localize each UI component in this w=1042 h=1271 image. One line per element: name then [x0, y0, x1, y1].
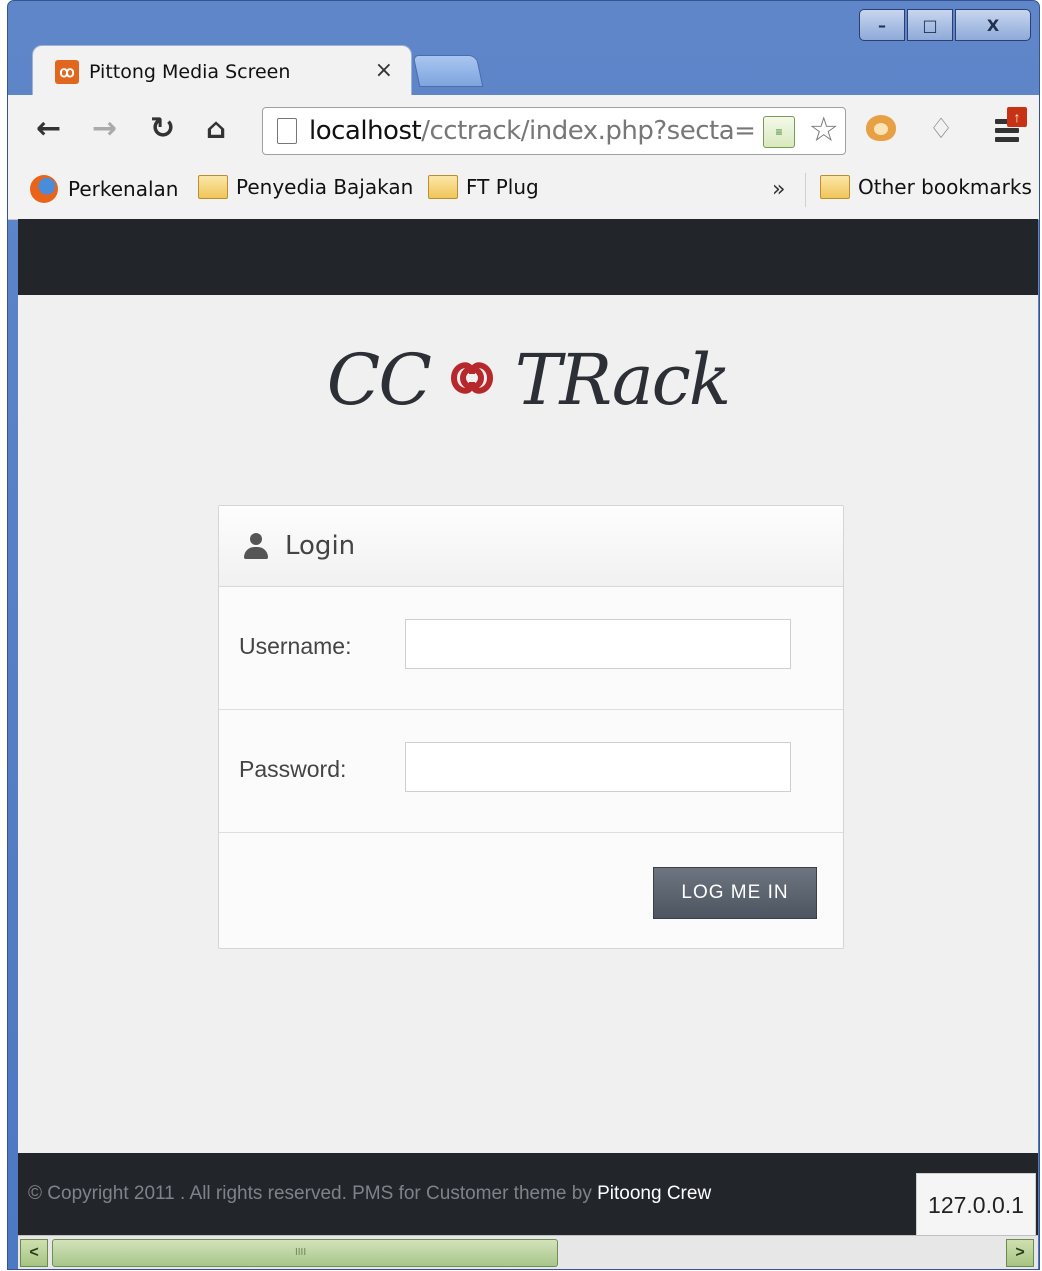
page-icon — [277, 118, 297, 144]
page-top-bar — [18, 219, 1038, 295]
update-badge-icon: ↑ — [1007, 107, 1027, 127]
tab-strip: ꝏ Pittong Media Screen × — [8, 39, 1039, 98]
monkey-face-icon — [866, 115, 896, 141]
minimize-icon: – — [878, 15, 886, 35]
tab-close-icon[interactable]: × — [375, 58, 393, 83]
browser-toolbar: ← → ↻ ⌂ localhost/cctrack/index.php?sect… — [8, 95, 1039, 165]
horizontal-scrollbar[interactable]: < IIII > — [18, 1235, 1038, 1269]
window-controls: – □ X — [859, 9, 1031, 41]
login-panel: Login Username: Password: LOG ME IN — [218, 505, 844, 949]
logo-text-track: TRack — [514, 339, 731, 421]
folder-icon — [198, 175, 228, 199]
scroll-thumb[interactable]: IIII — [52, 1239, 558, 1267]
password-input[interactable] — [405, 742, 791, 792]
new-tab-button[interactable] — [412, 55, 484, 87]
xampp-favicon-icon: ꝏ — [55, 60, 79, 84]
log-me-in-button[interactable]: LOG ME IN — [653, 867, 817, 919]
extension-button[interactable] — [860, 107, 902, 149]
scroll-left-button[interactable]: < — [20, 1239, 48, 1267]
minimize-button[interactable]: – — [859, 9, 905, 41]
close-window-button[interactable]: X — [955, 9, 1031, 41]
username-label: Username: — [239, 633, 352, 659]
username-input[interactable] — [405, 619, 791, 669]
reload-icon[interactable]: ↻ — [150, 109, 175, 149]
scroll-right-button[interactable]: > — [1006, 1239, 1034, 1267]
password-row: Password: — [219, 710, 843, 833]
page-viewport: CC TRack Login Username: Password: LOG M… — [18, 219, 1038, 1235]
wrench-menu-icon[interactable]: ↑ — [991, 107, 1031, 147]
bookmark-perkenalan[interactable]: Perkenalan — [30, 175, 178, 203]
rss-icon[interactable]: ≡ — [763, 116, 795, 148]
bookmark-penyedia-bajakan[interactable]: Penyedia Bajakan — [198, 175, 413, 199]
forward-arrow-icon[interactable]: → — [92, 109, 117, 149]
bookmark-other[interactable]: Other bookmarks — [820, 175, 1032, 199]
notifications-button[interactable]: ♢ — [920, 107, 962, 149]
firefox-icon — [30, 175, 58, 203]
bookmarks-separator — [805, 173, 806, 207]
scroll-grip: IIII — [295, 1247, 307, 1258]
crew-link[interactable]: Pitoong Crew — [597, 1183, 711, 1204]
user-icon — [243, 533, 269, 559]
restore-icon: □ — [922, 15, 938, 35]
home-icon[interactable]: ⌂ — [206, 109, 226, 149]
url-text[interactable]: localhost/cctrack/index.php?secta=lo — [309, 116, 755, 146]
login-title: Login — [285, 531, 356, 561]
site-logo: CC TRack — [18, 339, 1038, 421]
close-icon: X — [986, 15, 1000, 35]
folder-icon — [820, 175, 850, 199]
logo-text-cc: CC — [326, 339, 432, 421]
star-icon[interactable]: ☆ — [809, 110, 839, 150]
page-footer: © Copyright 2011 . All rights reserved. … — [18, 1153, 1038, 1235]
restore-button[interactable]: □ — [907, 9, 953, 41]
username-row: Username: — [219, 587, 843, 710]
login-panel-header: Login — [219, 506, 843, 587]
ip-status-box: 127.0.0.1 — [916, 1173, 1036, 1235]
bookmark-ft-plug[interactable]: FT Plug — [428, 175, 539, 199]
tab-title: Pittong Media Screen — [89, 61, 291, 83]
address-bar[interactable]: localhost/cctrack/index.php?secta=lo ≡ ☆ — [262, 107, 846, 155]
tab-active[interactable]: ꝏ Pittong Media Screen × — [32, 45, 412, 98]
bookmarks-overflow-chevron[interactable]: » — [772, 177, 785, 202]
bookmarks-bar: Perkenalan Penyedia Bajakan FT Plug » Ot… — [8, 165, 1039, 220]
submit-row: LOG ME IN — [219, 833, 843, 947]
copyright-text: © Copyright 2011 . All rights reserved. … — [28, 1183, 712, 1204]
bell-icon: ♢ — [928, 112, 954, 144]
browser-window: – □ X ꝏ Pittong Media Screen × ← → ↻ ⌂ l… — [7, 0, 1040, 1270]
back-arrow-icon[interactable]: ← — [36, 109, 61, 149]
folder-icon — [428, 175, 458, 199]
password-label: Password: — [239, 756, 347, 782]
logo-knot-icon — [451, 362, 494, 394]
